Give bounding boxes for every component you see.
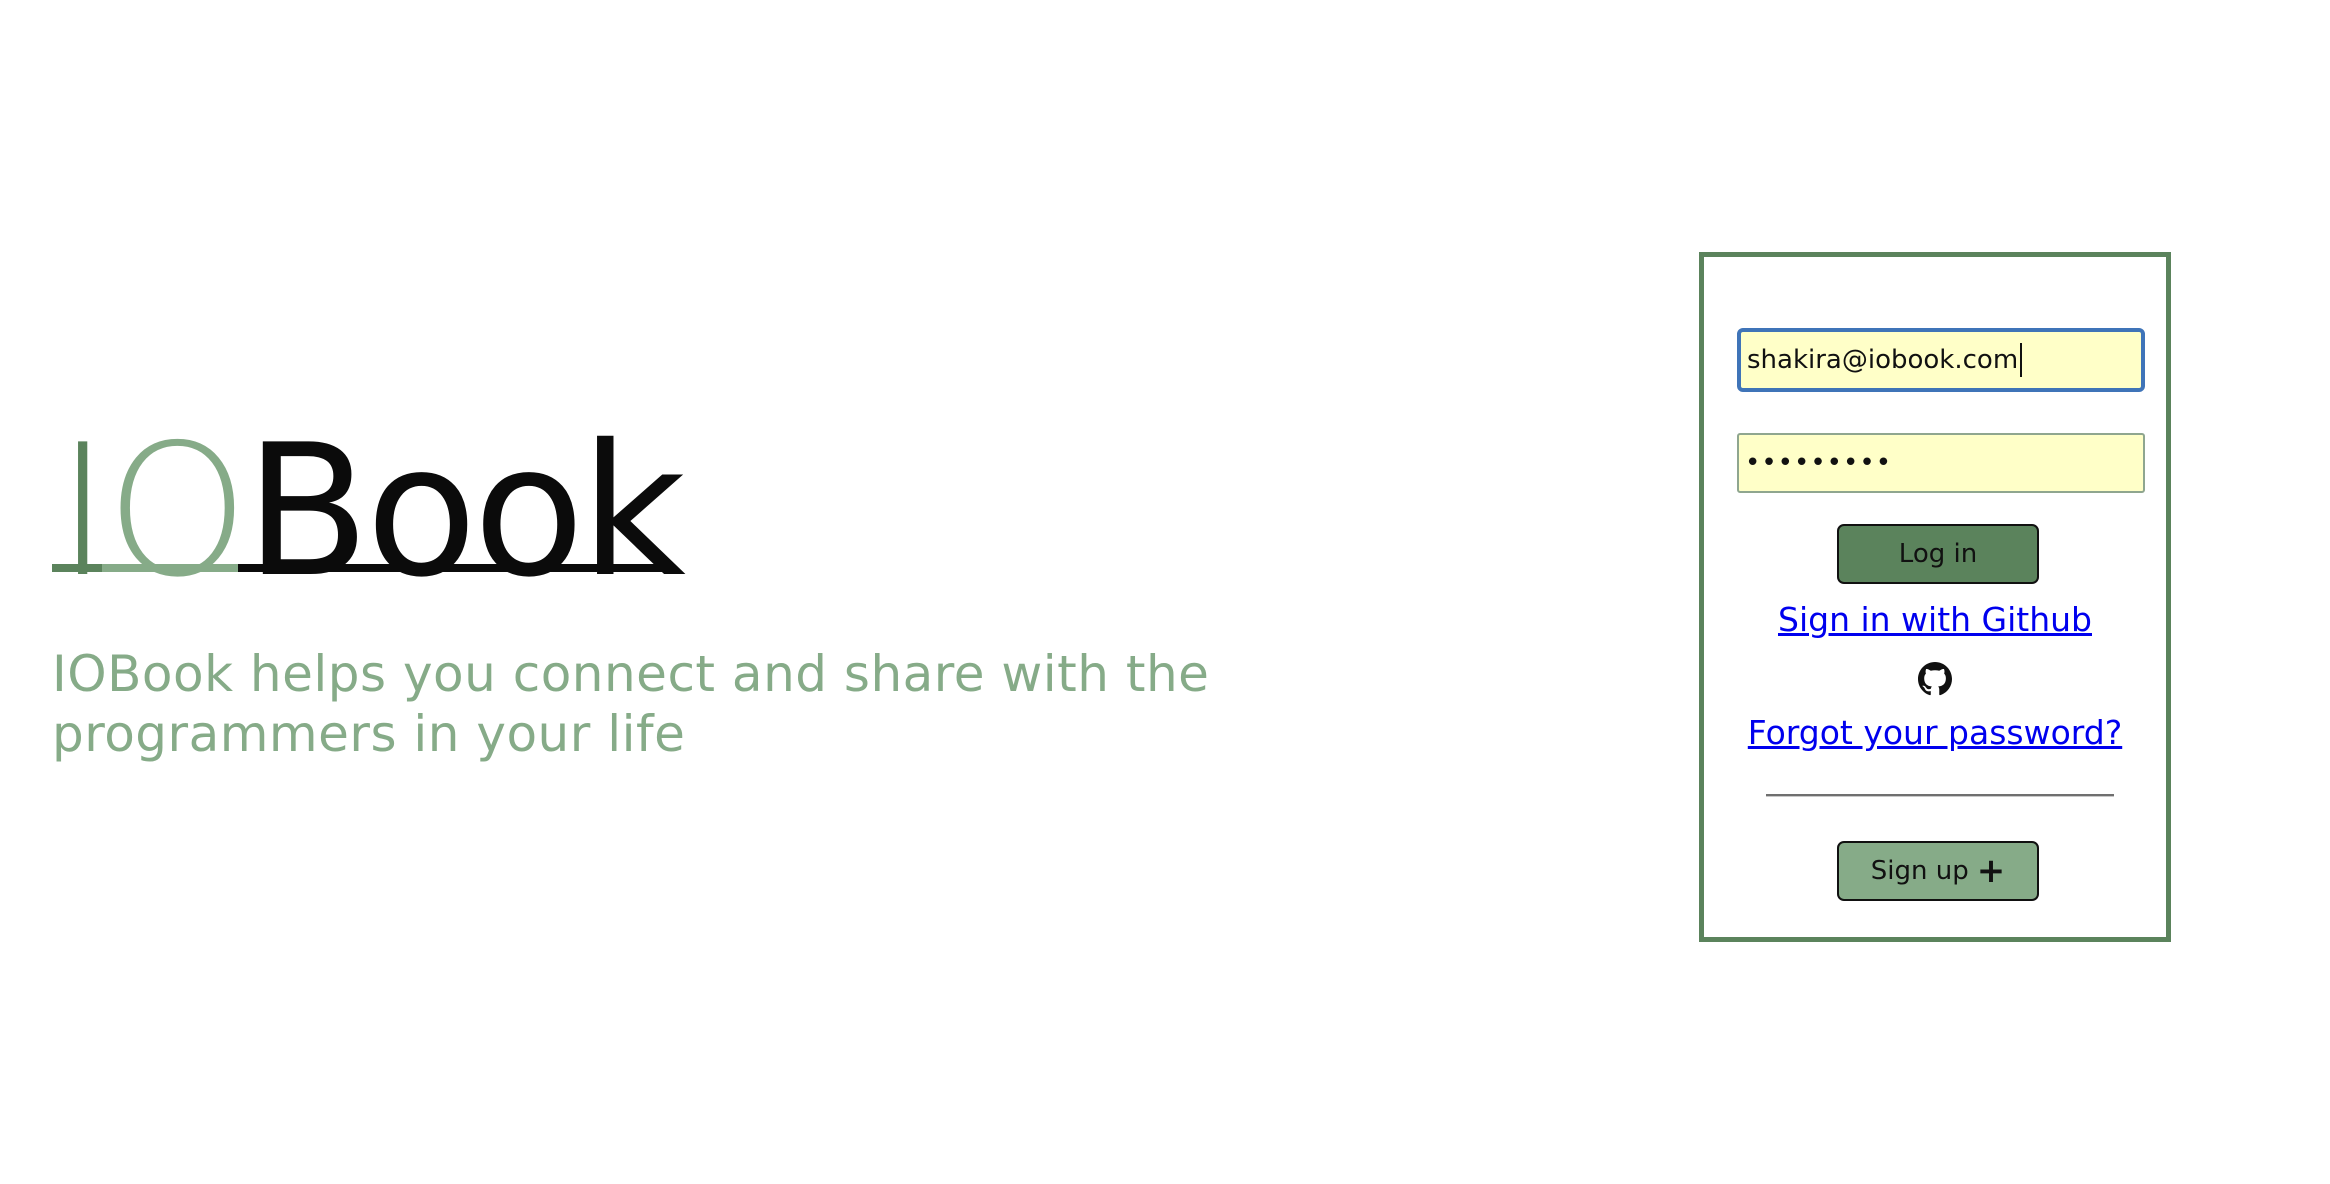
signup-button[interactable]: Sign up + xyxy=(1837,841,2039,901)
signup-button-label: Sign up xyxy=(1870,856,1969,886)
brand-section: IOBook IOBook helps you connect and shar… xyxy=(52,418,1302,764)
logo-wordmark: IOBook xyxy=(56,420,686,602)
logo-word-book: Book xyxy=(244,405,686,617)
password-field[interactable]: ••••••••• xyxy=(1737,433,2145,493)
login-button-label: Log in xyxy=(1898,539,1978,569)
logo-letter-o: O xyxy=(105,405,249,617)
logo-letter-i: I xyxy=(56,405,110,617)
github-signin-link[interactable]: Sign in with Github xyxy=(1704,600,2166,639)
login-card: shakira@iobook.com ••••••••• Log in Sign… xyxy=(1699,252,2171,942)
text-caret xyxy=(2020,343,2023,377)
forgot-password-link[interactable]: Forgot your password? xyxy=(1704,713,2166,752)
password-value: ••••••••• xyxy=(1745,448,1893,478)
tagline: IOBook helps you connect and share with … xyxy=(52,645,1210,763)
login-page: IOBook IOBook helps you connect and shar… xyxy=(0,0,2330,1184)
github-icon[interactable] xyxy=(1918,662,1952,696)
email-value: shakira@iobook.com xyxy=(1747,345,2019,375)
logo-underline-segment-dark xyxy=(52,564,102,572)
login-button[interactable]: Log in xyxy=(1837,524,2039,584)
logo-underline-segment-light xyxy=(102,564,238,572)
logo-underline xyxy=(52,564,668,572)
iobook-logo: IOBook xyxy=(52,418,686,602)
divider xyxy=(1766,794,2114,797)
email-field[interactable]: shakira@iobook.com xyxy=(1737,328,2145,392)
logo-underline-segment-black xyxy=(238,564,668,572)
plus-icon: + xyxy=(1976,851,2006,891)
